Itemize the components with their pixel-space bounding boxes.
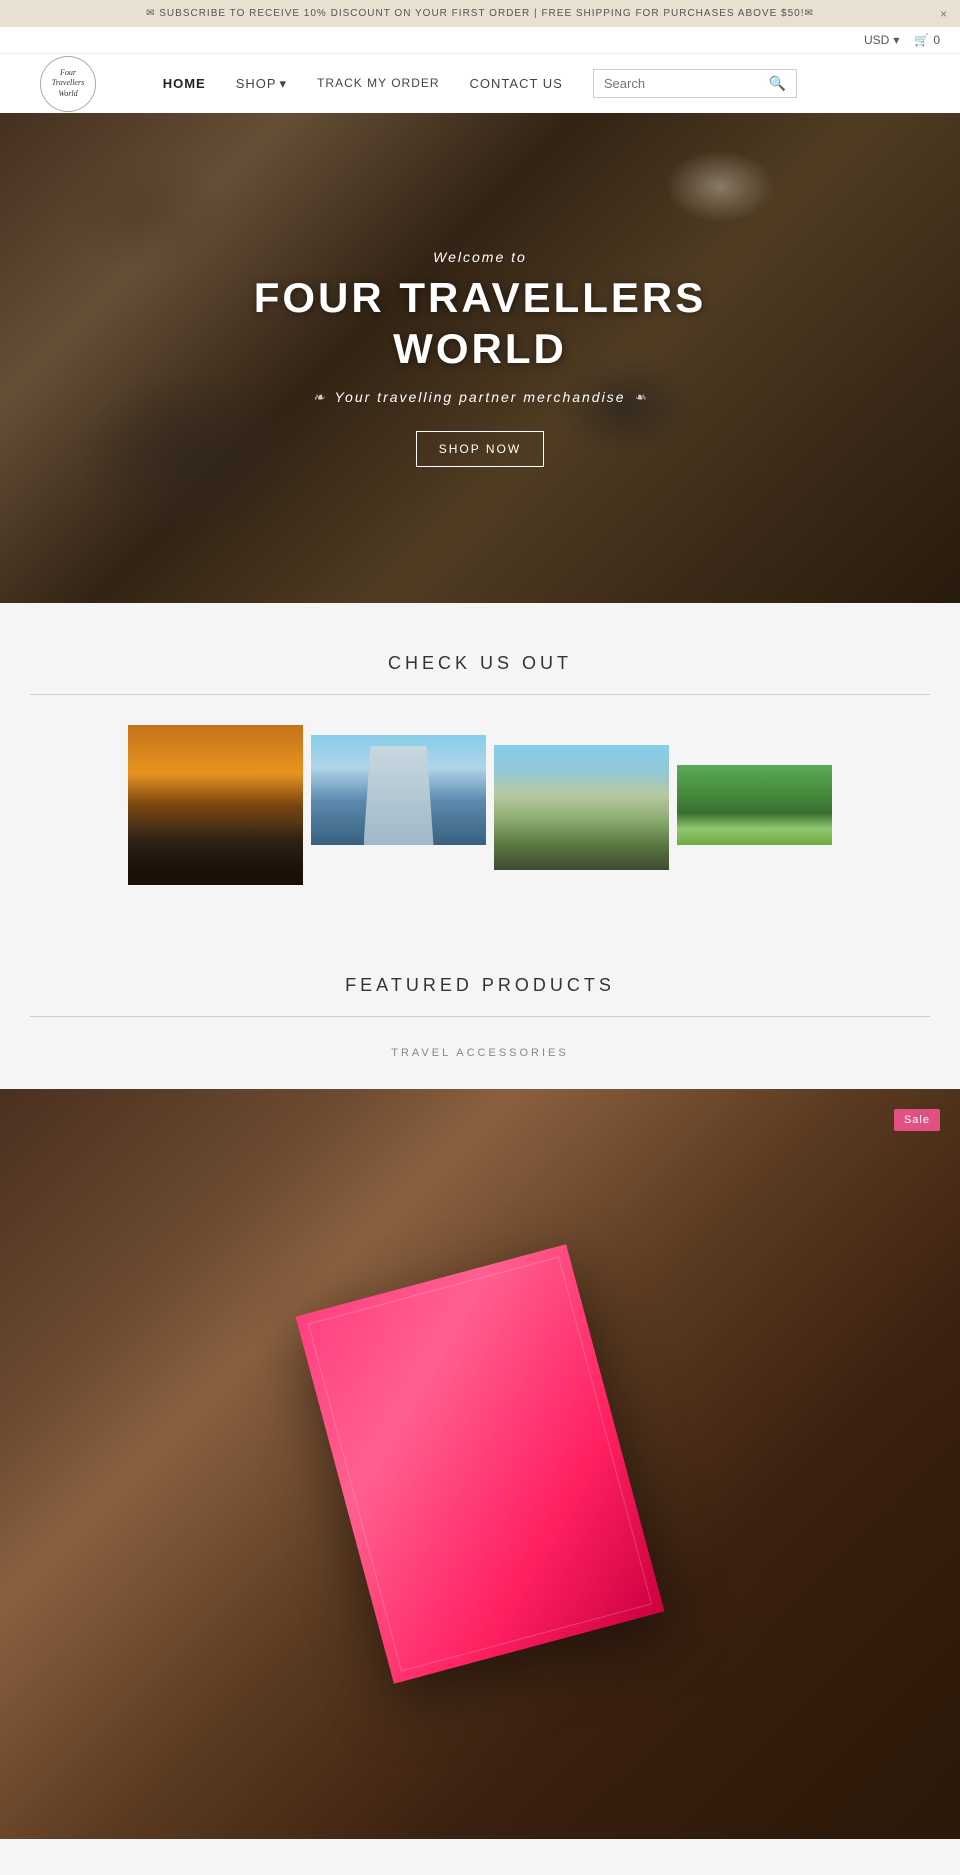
search-input[interactable] — [604, 76, 764, 91]
search-form: 🔍 — [593, 69, 797, 98]
cart-icon: 🛒 — [914, 33, 929, 47]
hero-welcome-text: Welcome to — [254, 249, 707, 265]
product-category-label: TRAVEL ACCESSORIES — [30, 1047, 930, 1059]
gallery-grid — [30, 725, 930, 885]
check-us-out-section: CHECK US OUT — [0, 603, 960, 925]
announcement-bar: ✉ SUBSCRIBE TO RECEIVE 10% DISCOUNT ON Y… — [0, 0, 960, 27]
gallery-image-vietnam[interactable] — [494, 745, 669, 870]
hero-title-line2: WORLD — [393, 325, 567, 372]
shop-now-button[interactable]: SHOP NOW — [416, 431, 544, 467]
nav-shop-arrow-icon: ▾ — [280, 76, 288, 92]
nav-shop[interactable]: SHOP ▾ — [236, 76, 287, 92]
featured-products-section: FEATURED PRODUCTS TRAVEL ACCESSORIES Sal… — [0, 925, 960, 1839]
logo-circle: FourTravellersWorld — [40, 56, 96, 112]
check-us-out-title: CHECK US OUT — [30, 653, 930, 674]
currency-selector[interactable]: USD ▾ — [864, 33, 899, 47]
utility-bar: USD ▾ 🛒 0 — [0, 27, 960, 54]
sale-badge: Sale — [894, 1109, 940, 1131]
gallery-image-building[interactable] — [311, 735, 486, 845]
hero-subtitle: Your travelling partner merchandise — [254, 389, 707, 406]
close-announcement-button[interactable]: × — [940, 7, 948, 21]
nav-contact[interactable]: CONTACT US — [470, 76, 563, 91]
featured-divider — [30, 1016, 930, 1017]
nav-shop-label: SHOP — [236, 76, 277, 91]
nav-home[interactable]: HOME — [163, 76, 206, 91]
nav-track-order[interactable]: TRACK MY ORDER — [317, 75, 439, 92]
product-pink-item — [296, 1244, 665, 1684]
currency-label: USD — [864, 33, 889, 47]
cart-button[interactable]: 🛒 0 — [914, 33, 940, 47]
logo[interactable]: FourTravellersWorld — [40, 56, 96, 112]
currency-arrow-icon: ▾ — [893, 33, 899, 47]
section-divider — [30, 694, 930, 695]
hero-content: Welcome to FOUR TRAVELLERS WORLD Your tr… — [254, 249, 707, 467]
hero-section: Welcome to FOUR TRAVELLERS WORLD Your tr… — [0, 113, 960, 603]
announcement-text: ✉ SUBSCRIBE TO RECEIVE 10% DISCOUNT ON Y… — [146, 8, 814, 19]
gallery-image-sunset[interactable] — [128, 725, 303, 885]
header: FourTravellersWorld HOME SHOP ▾ TRACK MY… — [0, 54, 960, 113]
cart-count: 0 — [933, 33, 940, 47]
featured-products-title: FEATURED PRODUCTS — [30, 975, 930, 996]
main-nav: HOME SHOP ▾ TRACK MY ORDER CONTACT US 🔍 — [163, 69, 798, 98]
gallery-image-temple[interactable] — [677, 765, 832, 845]
product-featured-image[interactable]: Sale — [0, 1089, 960, 1839]
search-button[interactable]: 🔍 — [769, 75, 786, 92]
hero-title: FOUR TRAVELLERS WORLD — [254, 273, 707, 374]
logo-text: FourTravellersWorld — [52, 68, 84, 99]
hero-title-line1: FOUR TRAVELLERS — [254, 274, 707, 321]
